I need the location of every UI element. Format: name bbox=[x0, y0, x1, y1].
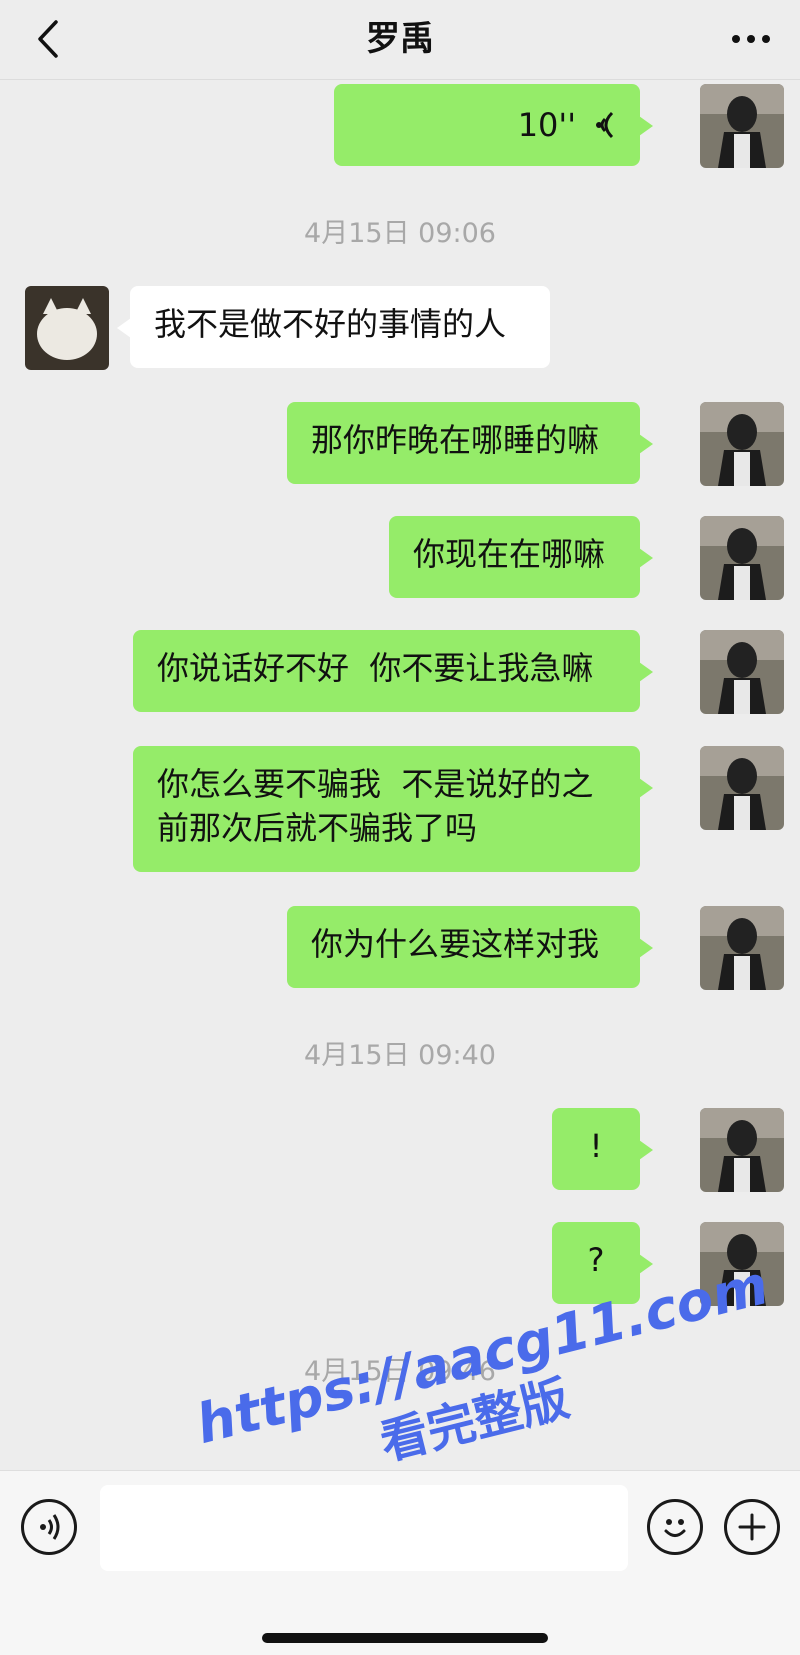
my-avatar[interactable] bbox=[700, 1222, 784, 1306]
timestamp: 4月15日 09:46 bbox=[304, 1356, 496, 1387]
my-avatar[interactable] bbox=[700, 746, 784, 830]
my-avatar[interactable] bbox=[700, 402, 784, 486]
plus-icon bbox=[738, 1513, 766, 1541]
sent-message-bubble[interactable]: ? bbox=[552, 1222, 653, 1304]
input-bar bbox=[0, 1470, 800, 1655]
more-dots-icon bbox=[732, 35, 770, 43]
plus-button[interactable] bbox=[724, 1499, 780, 1555]
timestamp: 4月15日 09:06 bbox=[304, 218, 496, 249]
received-message-bubble[interactable]: 我不是做不好的事情的人 bbox=[117, 286, 550, 368]
message-list[interactable]: 10'' 4月15日 09:06 我不是做不好的事情的人 那你昨晚在哪睡的嘛 你… bbox=[0, 80, 800, 1470]
voice-duration: 10'' bbox=[517, 106, 576, 144]
voice-message-bubble[interactable]: 10'' bbox=[334, 84, 653, 166]
home-indicator[interactable] bbox=[262, 1633, 548, 1643]
more-button[interactable] bbox=[728, 24, 774, 54]
my-avatar[interactable] bbox=[700, 630, 784, 714]
emoji-button[interactable] bbox=[647, 1499, 703, 1555]
emoji-icon bbox=[664, 1519, 686, 1537]
timestamp: 4月15日 09:40 bbox=[304, 1040, 496, 1071]
chat-title: 罗禹 bbox=[366, 19, 434, 59]
message-input[interactable] bbox=[100, 1485, 628, 1571]
my-avatar[interactable] bbox=[700, 1108, 784, 1192]
sent-message-bubble[interactable]: 你为什么要这样对我 bbox=[287, 906, 653, 988]
contact-avatar[interactable] bbox=[25, 286, 109, 370]
sent-message-bubble[interactable]: 你怎么要不骗我 不是说好的之前那次后就不骗我了吗 bbox=[133, 746, 653, 872]
sent-message-bubble[interactable]: 你现在在哪嘛 bbox=[389, 516, 653, 598]
my-avatar[interactable] bbox=[700, 516, 784, 600]
my-avatar[interactable] bbox=[700, 84, 784, 168]
chat-header: 罗禹 bbox=[0, 0, 800, 80]
voice-wave-icon bbox=[596, 111, 614, 139]
my-avatar[interactable] bbox=[700, 906, 784, 990]
voice-input-button[interactable] bbox=[21, 1499, 77, 1555]
voice-input-icon bbox=[40, 1514, 60, 1540]
sent-message-bubble[interactable]: 那你昨晚在哪睡的嘛 bbox=[287, 402, 653, 484]
sent-message-bubble[interactable]: ! bbox=[552, 1108, 653, 1190]
sent-message-bubble[interactable]: 你说话好不好 你不要让我急嘛 bbox=[133, 630, 653, 712]
